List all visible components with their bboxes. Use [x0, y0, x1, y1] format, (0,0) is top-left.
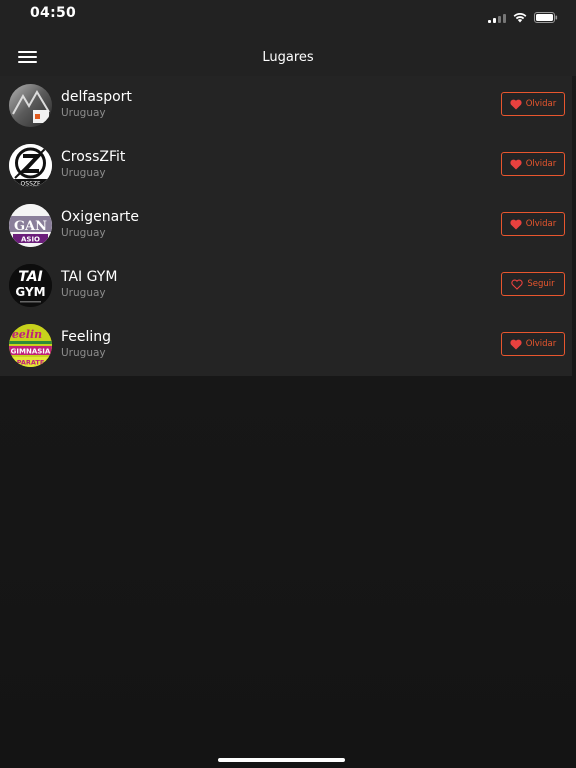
unfollow-button[interactable]: Olvidar — [501, 92, 565, 116]
follow-button[interactable]: Seguir — [501, 272, 565, 296]
top-bar: 04:50 Lugares — [0, 0, 576, 76]
svg-text:GAN: GAN — [14, 219, 47, 234]
svg-text:TAI: TAI — [18, 269, 43, 285]
place-location: Uruguay — [61, 167, 106, 179]
avatar: GAN ASIO — [9, 204, 52, 247]
svg-text:PARATE: PARATE — [17, 359, 45, 367]
list-item[interactable]: delfasport Uruguay Olvidar — [0, 76, 572, 136]
svg-text:GYM: GYM — [15, 285, 45, 299]
list-item[interactable]: OSSZF CrossZFit Uruguay Olvidar — [0, 136, 572, 196]
unfollow-label: Olvidar — [525, 99, 557, 109]
place-location: Uruguay — [61, 347, 106, 359]
heart-filled-icon — [510, 99, 522, 109]
place-name: Feeling — [61, 329, 112, 345]
place-name: TAI GYM — [61, 269, 118, 285]
signal-icon — [488, 13, 506, 23]
battery-icon — [534, 12, 558, 23]
avatar — [9, 84, 52, 127]
avatar: TAI GYM — [9, 264, 52, 307]
status-icons — [488, 12, 558, 23]
list-item[interactable]: GAN ASIO Oxigenarte Uruguay Olvidar — [0, 196, 572, 256]
place-location: Uruguay — [61, 287, 106, 299]
list-item[interactable]: TAI GYM TAI GYM Uruguay Seguir — [0, 256, 572, 316]
list-item[interactable]: eelin GIMNASIA PARATE Feeling Uruguay Ol… — [0, 316, 572, 376]
unfollow-button[interactable]: Olvidar — [501, 152, 565, 176]
unfollow-button[interactable]: Olvidar — [501, 212, 565, 236]
svg-text:OSSZF: OSSZF — [21, 181, 41, 188]
heart-filled-icon — [510, 219, 522, 229]
unfollow-button[interactable]: Olvidar — [501, 332, 565, 356]
follow-label: Seguir — [527, 279, 555, 289]
page-title: Lugares — [262, 50, 314, 65]
avatar: OSSZF — [9, 144, 52, 187]
status-time: 04:50 — [30, 5, 77, 21]
places-list: delfasport Uruguay Olvidar OSSZF CrossZF… — [0, 76, 572, 376]
svg-text:eelin: eelin — [12, 328, 42, 341]
home-indicator[interactable] — [218, 758, 345, 762]
place-name: CrossZFit — [61, 149, 126, 165]
app-screen: 04:50 Lugares delfasport Uruguay Olvidar… — [0, 0, 576, 768]
unfollow-label: Olvidar — [525, 159, 557, 169]
svg-text:ASIO: ASIO — [21, 236, 40, 244]
place-location: Uruguay — [61, 227, 106, 239]
wifi-icon — [513, 13, 527, 23]
heart-filled-icon — [510, 339, 522, 349]
avatar: eelin GIMNASIA PARATE — [9, 324, 52, 367]
unfollow-label: Olvidar — [525, 219, 557, 229]
place-location: Uruguay — [61, 107, 106, 119]
heart-filled-icon — [510, 159, 522, 169]
svg-text:GIMNASIA: GIMNASIA — [11, 348, 51, 356]
unfollow-label: Olvidar — [525, 339, 557, 349]
place-name: delfasport — [61, 89, 132, 105]
heart-outline-icon — [511, 278, 523, 290]
place-name: Oxigenarte — [61, 209, 140, 225]
